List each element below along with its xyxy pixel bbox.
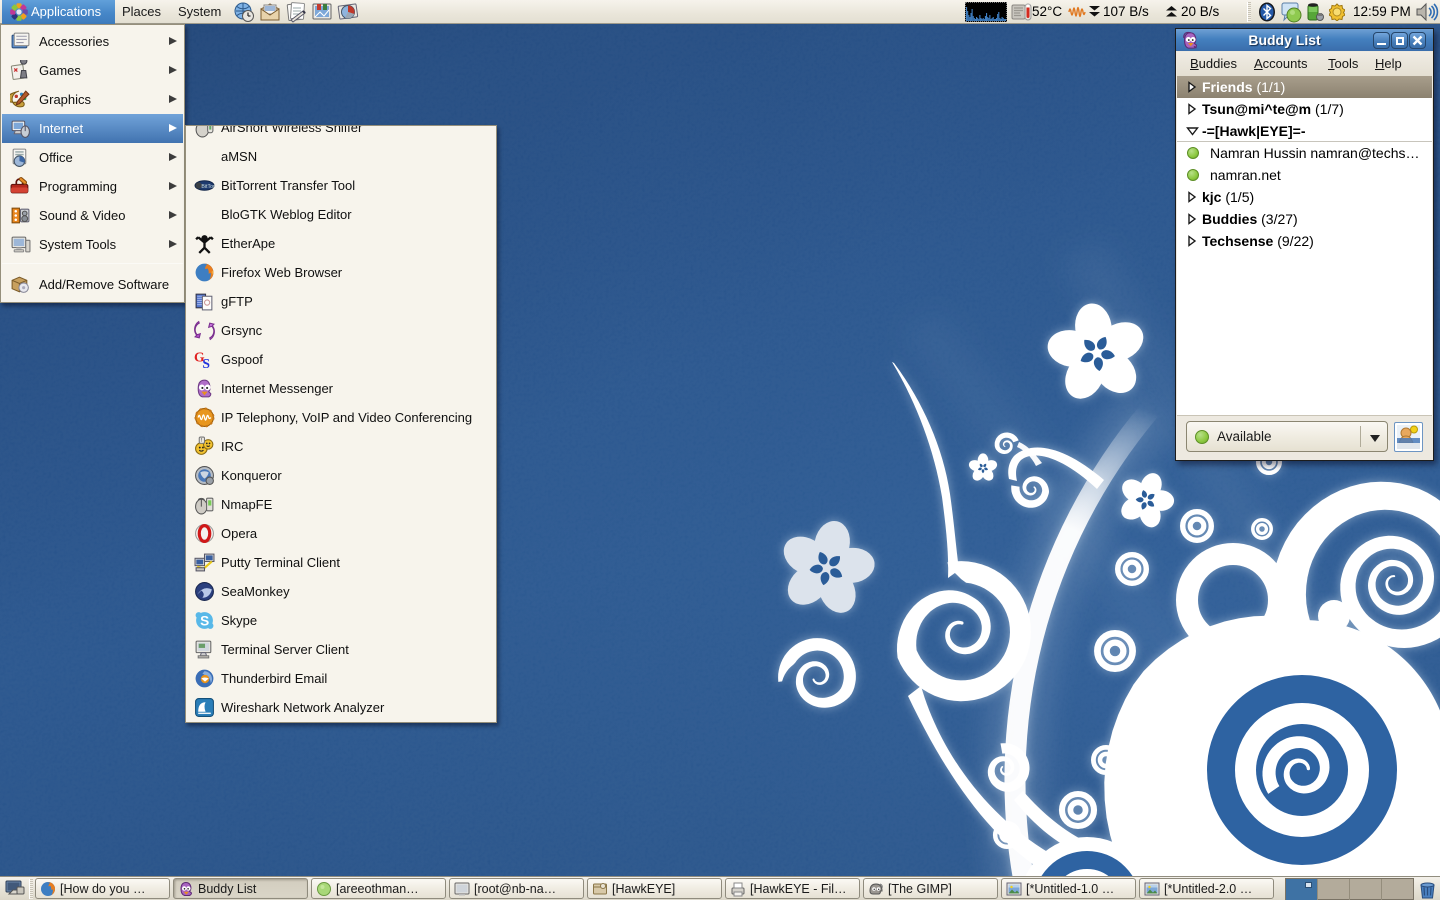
svg-text:S: S — [200, 614, 209, 629]
svg-text:S: S — [202, 356, 210, 370]
svg-text:!: ! — [201, 438, 202, 444]
svg-text:BitTorrent: BitTorrent — [201, 184, 215, 190]
